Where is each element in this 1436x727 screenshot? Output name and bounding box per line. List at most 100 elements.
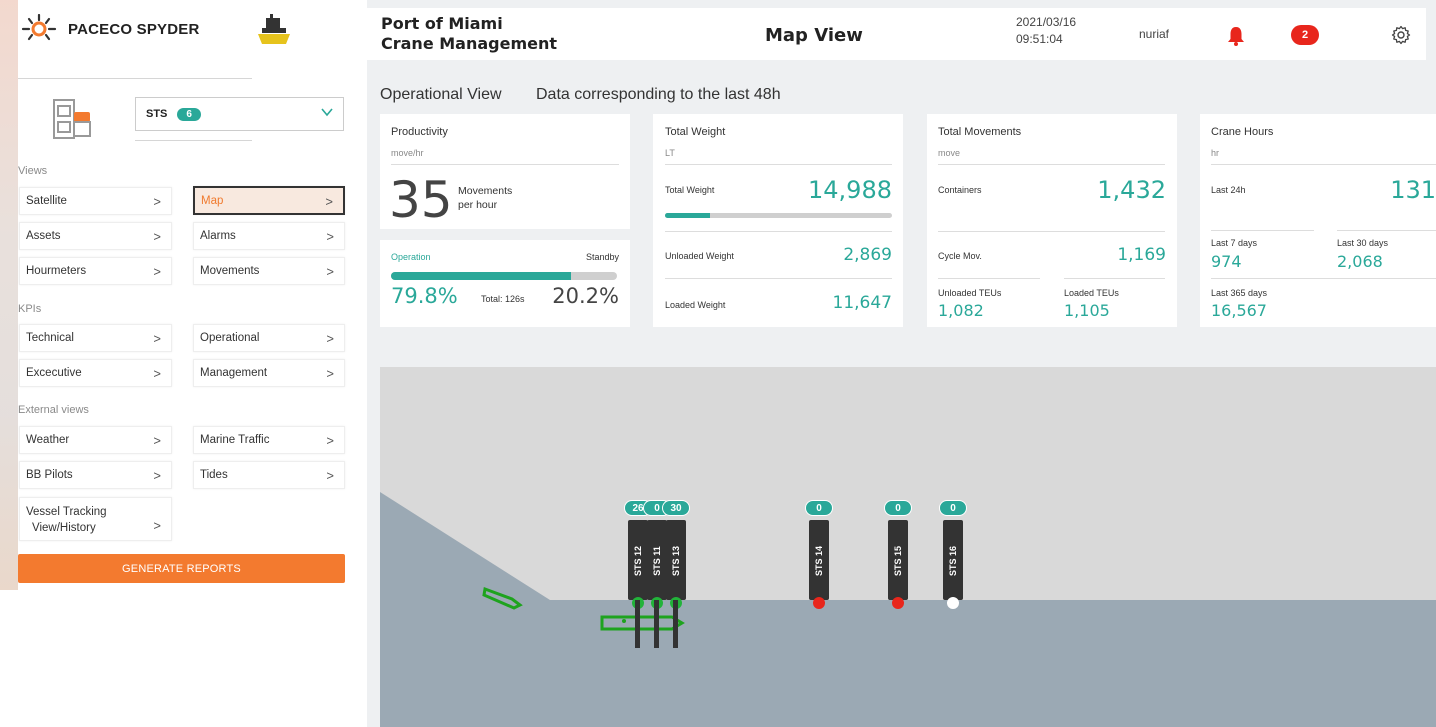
chevron-right-icon: > (153, 468, 161, 483)
nav-vessel-tracking[interactable]: Vessel Tracking View/History > (19, 497, 172, 541)
total-time: Total: 126s (481, 294, 525, 304)
notification-badge[interactable]: 2 (1291, 25, 1319, 45)
chevron-right-icon: > (153, 366, 161, 381)
divider (665, 231, 892, 232)
nav-label: BB Pilots (26, 469, 73, 481)
crane-marker[interactable]: 0 STS 14 (805, 500, 833, 650)
last30-label: Last 30 days (1337, 238, 1389, 248)
app-name: PACECO SPYDER (68, 20, 200, 38)
chevron-right-icon: > (326, 229, 334, 244)
standby-label: Standby (585, 252, 619, 262)
nav-tides[interactable]: Tides > (193, 461, 345, 489)
nav-weather[interactable]: Weather > (19, 426, 172, 454)
nav-satellite[interactable]: Satellite > (19, 187, 172, 215)
nav-alarms[interactable]: Alarms > (193, 222, 345, 250)
crane-label: STS 11 (652, 546, 662, 576)
section-external: External views (18, 404, 89, 416)
card-unit: LT (665, 148, 675, 158)
nav-label: Weather (26, 434, 70, 446)
username[interactable]: nuriaf (1139, 27, 1169, 41)
nav-assets[interactable]: Assets > (19, 222, 172, 250)
card-title: Crane Hours (1211, 126, 1274, 138)
crane-body: STS 12 (628, 520, 648, 609)
containers-label: Containers (938, 185, 982, 195)
cycle-label: Cycle Mov. (938, 251, 982, 261)
crane-marker[interactable]: 30 STS 13 (662, 500, 690, 650)
divider (18, 78, 252, 79)
divider (135, 140, 252, 141)
page-title: Map View (765, 25, 863, 46)
crane-type-dropdown[interactable]: STS 6 (135, 97, 344, 131)
divider (938, 164, 1165, 165)
nav-executive[interactable]: Excecutive > (19, 359, 172, 387)
nav-label-line2: View/History (32, 522, 96, 534)
unloaded-weight-label: Unloaded Weight (665, 251, 734, 261)
card-unit: move (938, 148, 961, 158)
nav-hourmeters[interactable]: Hourmeters > (19, 257, 172, 285)
nav-operational[interactable]: Operational > (193, 324, 345, 352)
crane-marker[interactable]: 0 STS 16 (939, 500, 967, 650)
chevron-down-icon (321, 108, 333, 117)
crane-marker[interactable]: 0 STS 15 (884, 500, 912, 650)
nav-map[interactable]: Map > (193, 186, 345, 215)
crane-status-light (947, 597, 959, 609)
last365-value: 16,567 (1211, 301, 1267, 320)
port-name: Port of Miami (381, 14, 503, 33)
loaded-teu-value: 1,105 (1064, 301, 1110, 320)
port-title: Port of Miami Crane Management (381, 14, 557, 54)
header-bar: Port of Miami Crane Management Map View … (367, 8, 1426, 60)
nav-management[interactable]: Management > (193, 359, 345, 387)
nav-label: Technical (26, 332, 74, 344)
nav-label: Map (201, 194, 224, 207)
movements-card: Total Movements move Containers 1,432 Cy… (927, 114, 1177, 327)
port-map[interactable]: 26 STS 12 0 STS 11 30 STS 13 0 STS 14 0 STS 15 0 ST… (380, 367, 1436, 727)
crane-label: STS 13 (671, 546, 681, 577)
nav-movements[interactable]: Movements > (193, 257, 345, 285)
card-title: Productivity (391, 126, 448, 138)
chevron-right-icon: > (153, 331, 161, 346)
crane-label: STS 16 (948, 546, 958, 577)
crane-status-light (892, 597, 904, 609)
nav-label: Hourmeters (26, 265, 87, 277)
nav-bb-pilots[interactable]: BB Pilots > (19, 461, 172, 489)
nav-label: Vessel Tracking (26, 506, 107, 518)
water-area (380, 492, 1436, 727)
crane-type-icon (53, 99, 91, 139)
crane-status-light (813, 597, 825, 609)
section-kpis: KPIs (18, 303, 42, 315)
nav-technical[interactable]: Technical > (19, 324, 172, 352)
crane-count-badge: 0 (805, 500, 833, 516)
datetime: 2021/03/16 09:51:04 (1016, 14, 1076, 48)
date-text: 2021/03/16 (1016, 15, 1077, 29)
nav-marine-traffic[interactable]: Marine Traffic > (193, 426, 345, 454)
nav-label: Satellite (26, 195, 67, 207)
chevron-right-icon: > (325, 194, 333, 209)
nav-label: Marine Traffic (200, 434, 270, 446)
bell-icon[interactable] (1227, 26, 1245, 46)
chevron-right-icon: > (326, 433, 334, 448)
overview-title: Operational View (380, 86, 502, 103)
nav-label: Alarms (200, 230, 236, 242)
divider (1064, 278, 1165, 279)
crane-label: STS 12 (633, 546, 643, 577)
crane-body: STS 11 (647, 520, 667, 609)
system-name: Crane Management (381, 34, 558, 53)
divider (938, 278, 1040, 279)
nav-label: Tides (200, 469, 228, 481)
divider (665, 278, 892, 279)
generate-reports-button[interactable]: GENERATE REPORTS (18, 554, 345, 583)
card-title: Total Weight (665, 126, 726, 138)
last7-label: Last 7 days (1211, 238, 1258, 248)
last7-value: 974 (1211, 252, 1242, 271)
unloaded-teu-label: Unloaded TEUs (938, 288, 1002, 298)
containers-value: 1,432 (1097, 176, 1166, 204)
background-strip (0, 0, 18, 590)
crane-marker[interactable]: 26 STS 12 (624, 500, 652, 650)
divider (1211, 230, 1314, 231)
divider (1337, 230, 1436, 231)
cycle-value: 1,169 (1117, 245, 1166, 265)
crane-marker[interactable]: 0 STS 11 (643, 500, 671, 650)
gear-icon[interactable] (1391, 25, 1411, 45)
weight-bar-fill (665, 213, 711, 218)
chevron-right-icon: > (326, 468, 334, 483)
